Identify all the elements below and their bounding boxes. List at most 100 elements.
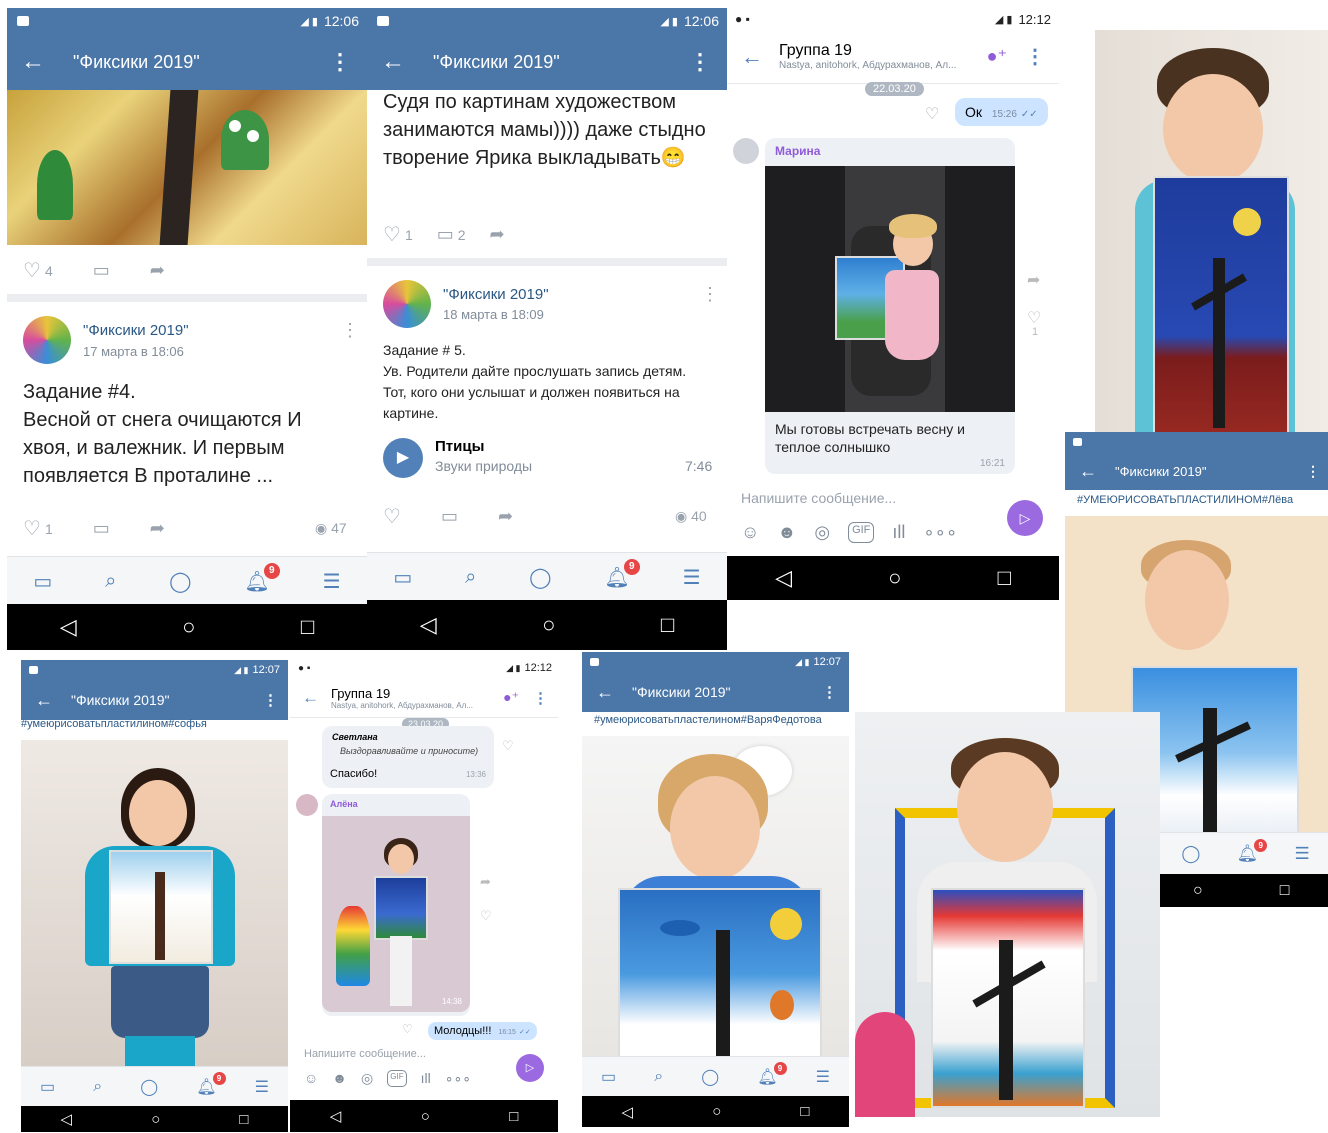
more-dots-icon[interactable]: ∘∘∘ <box>923 522 957 543</box>
message-input[interactable]: Напишите сообщение... <box>741 490 896 506</box>
post-menu-icon[interactable]: ⋮ <box>701 284 719 305</box>
like-icon[interactable]: ♡ <box>23 516 41 541</box>
more-icon[interactable]: ⋮ <box>533 689 548 707</box>
share-icon[interactable]: ➦ <box>498 506 513 527</box>
chat-title-block[interactable]: Группа 19 Nastya, anitohork, Абдурахмано… <box>779 42 956 71</box>
group-avatar[interactable] <box>23 316 71 364</box>
sticker-icon[interactable]: ☺ <box>304 1070 318 1087</box>
audio-play-button[interactable]: ▶ <box>383 438 423 478</box>
like-icon[interactable]: ♡ <box>383 504 401 529</box>
post-photo[interactable] <box>582 736 849 1056</box>
share-icon[interactable]: ➦ <box>1027 270 1040 290</box>
nav-back-icon[interactable]: ◁ <box>420 612 437 638</box>
nav-recents-icon[interactable]: □ <box>239 1111 248 1128</box>
notifications-tab-icon[interactable]: 🔔︎ 9 <box>604 558 640 590</box>
more-dots-icon[interactable]: ∘∘∘ <box>445 1070 471 1087</box>
menu-tab-icon[interactable]: ☰ <box>323 569 341 594</box>
messages-tab-icon[interactable]: ◯ <box>1181 844 1200 864</box>
message-input[interactable]: Напишите сообщение... <box>304 1048 426 1060</box>
search-tab-icon[interactable]: ⌕ <box>93 1078 102 1096</box>
more-icon[interactable]: ⋮ <box>1306 463 1320 480</box>
nav-back-icon[interactable]: ◁ <box>330 1107 342 1125</box>
search-tab-icon[interactable]: ⌕ <box>654 1068 663 1086</box>
more-icon[interactable]: ⋮ <box>263 691 278 709</box>
menu-tab-icon[interactable]: ☰ <box>255 1077 269 1097</box>
notifications-tab-icon[interactable]: 🔔︎ 9 <box>244 562 280 594</box>
news-tab-icon[interactable]: ▭ <box>393 565 412 590</box>
nav-back-icon[interactable]: ◁ <box>775 565 792 591</box>
nav-home-icon[interactable]: ○ <box>542 612 555 638</box>
news-tab-icon[interactable]: ▭ <box>601 1067 616 1087</box>
gif-icon[interactable]: GIF <box>848 522 875 543</box>
like-icon[interactable]: ♡ <box>925 104 939 124</box>
more-icon[interactable]: ⋮ <box>329 49 351 75</box>
message-photo[interactable]: 14:38 <box>322 816 470 1012</box>
share-icon[interactable]: ➦ <box>480 874 491 890</box>
like-icon[interactable]: ♡ <box>23 258 41 283</box>
comment-icon[interactable]: ▭ <box>441 506 458 527</box>
search-tab-icon[interactable]: ⌕ <box>465 566 476 589</box>
like-icon[interactable]: ♡ <box>480 908 492 924</box>
like-icon[interactable]: ♡ <box>402 1022 413 1036</box>
add-member-icon[interactable]: ●⁺ <box>503 689 519 706</box>
nav-recents-icon[interactable]: □ <box>509 1108 518 1125</box>
back-arrow-icon[interactable]: ← <box>302 688 319 708</box>
nav-back-icon[interactable]: ◁ <box>61 1110 73 1128</box>
group-avatar[interactable] <box>383 280 431 328</box>
message-photo[interactable] <box>765 166 1015 412</box>
news-tab-icon[interactable]: ▭ <box>40 1077 55 1097</box>
menu-tab-icon[interactable]: ☰ <box>1295 844 1310 864</box>
back-arrow-icon[interactable]: ← <box>35 691 53 709</box>
outgoing-message[interactable]: Молодцы!!! 16:15 ✓✓ <box>428 1022 537 1040</box>
incoming-message[interactable]: Марина Мы готовы встречать весну и тепло… <box>765 138 1015 474</box>
emoji-icon[interactable]: ☻ <box>777 522 796 543</box>
back-arrow-icon[interactable]: ← <box>21 50 45 74</box>
share-icon[interactable]: ➦ <box>150 260 165 281</box>
share-icon[interactable]: ➦ <box>150 518 165 539</box>
post-group-name[interactable]: "Фиксики 2019" <box>443 286 549 303</box>
camera-icon[interactable]: ◎ <box>814 522 830 543</box>
nav-recents-icon[interactable]: □ <box>800 1103 809 1120</box>
nav-back-icon[interactable]: ◁ <box>60 614 77 640</box>
hashtag[interactable]: #УМЕЮРИСОВАТЬПЛАСТИЛИНОМ#Лёва <box>1077 494 1293 506</box>
audio-icon[interactable]: ıll <box>892 522 905 543</box>
nav-recents-icon[interactable]: □ <box>301 614 314 640</box>
messages-tab-icon[interactable]: ◯ <box>140 1077 158 1097</box>
comment-icon[interactable]: ▭ <box>437 224 454 245</box>
back-arrow-icon[interactable]: ← <box>596 683 614 701</box>
post-menu-icon[interactable]: ⋮ <box>341 320 359 341</box>
nav-home-icon[interactable]: ○ <box>182 614 195 640</box>
comment-icon[interactable]: ▭ <box>93 260 110 281</box>
sender-avatar[interactable] <box>296 794 318 816</box>
more-icon[interactable]: ⋮ <box>689 49 711 75</box>
send-button[interactable]: ▷ <box>1007 500 1043 536</box>
sticker-icon[interactable]: ☺ <box>741 522 759 543</box>
notifications-tab-icon[interactable]: 🔔︎ 9 <box>196 1072 226 1097</box>
sender-avatar[interactable] <box>733 138 759 164</box>
messages-tab-icon[interactable]: ◯ <box>529 565 551 590</box>
hashtag[interactable]: #умеюрисоватьпластелином#ВаряФедотова <box>594 714 822 726</box>
news-tab-icon[interactable]: ▭ <box>33 569 52 594</box>
add-member-icon[interactable]: ●⁺ <box>987 46 1007 67</box>
back-arrow-icon[interactable]: ← <box>381 50 405 74</box>
share-icon[interactable]: ➦ <box>490 224 505 245</box>
outgoing-message[interactable]: Ок 15:26 ✓✓ <box>955 98 1048 126</box>
post-group-name[interactable]: "Фиксики 2019" <box>83 322 189 339</box>
hashtag[interactable]: #умеюрисоватьпластилином#софья <box>21 718 207 730</box>
more-icon[interactable]: ⋮ <box>1025 44 1045 69</box>
notifications-tab-icon[interactable]: 🔔︎ 9 <box>1237 839 1268 864</box>
messages-tab-icon[interactable]: ◯ <box>169 569 191 594</box>
menu-tab-icon[interactable]: ☰ <box>683 565 701 590</box>
emoji-icon[interactable]: ☻ <box>332 1070 347 1087</box>
nav-home-icon[interactable]: ○ <box>1193 882 1203 900</box>
post-image[interactable] <box>7 90 367 245</box>
incoming-message[interactable]: Алёна 14:38 <box>322 794 470 1016</box>
nav-home-icon[interactable]: ○ <box>712 1103 721 1120</box>
nav-recents-icon[interactable]: □ <box>661 612 674 638</box>
gif-icon[interactable]: GIF <box>387 1070 407 1087</box>
like-icon[interactable]: ♡ <box>502 738 514 754</box>
messages-tab-icon[interactable]: ◯ <box>701 1067 719 1087</box>
chat-title-block[interactable]: Группа 19 Nastya, anitohork, Абдурахмано… <box>331 686 473 710</box>
menu-tab-icon[interactable]: ☰ <box>816 1067 830 1087</box>
send-button[interactable]: ▷ <box>516 1054 544 1082</box>
